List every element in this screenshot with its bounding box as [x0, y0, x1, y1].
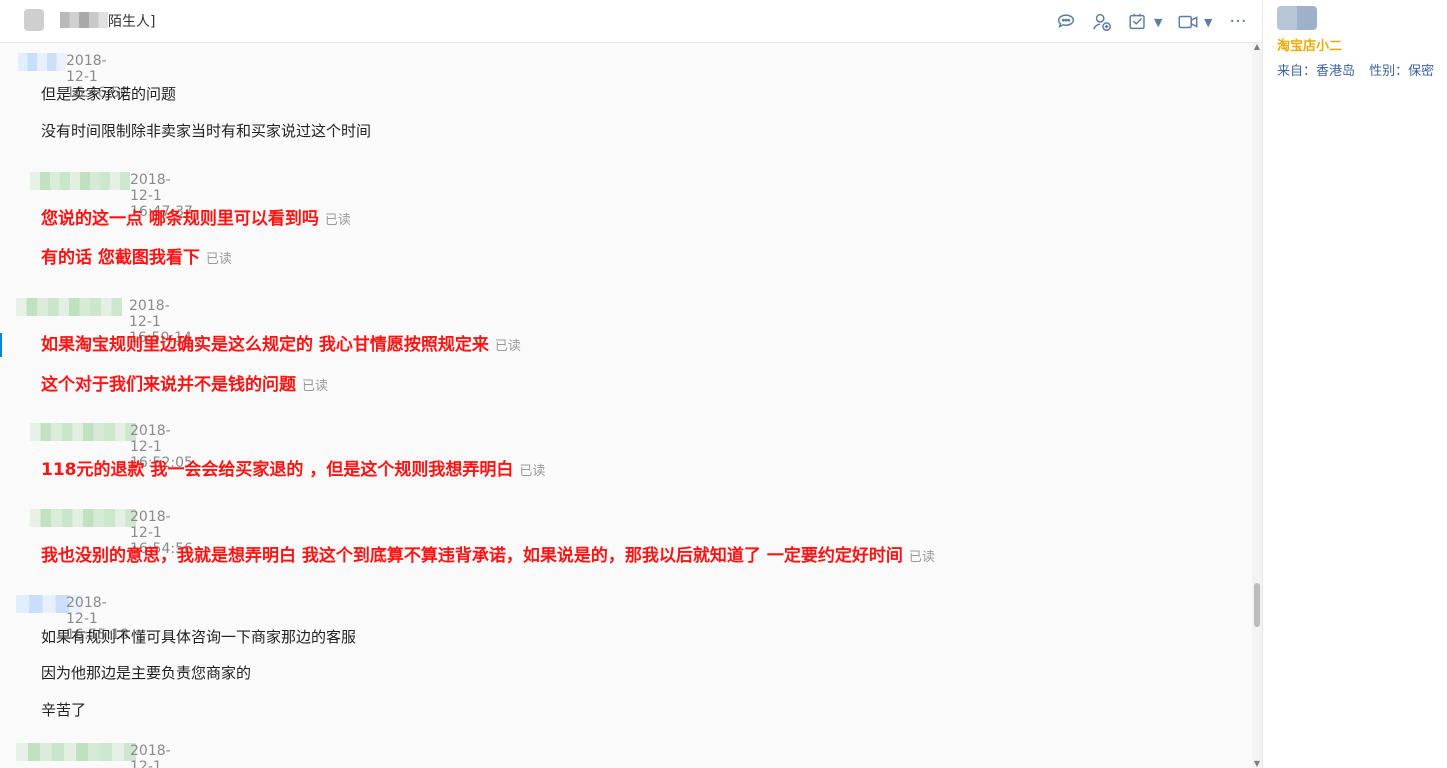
accent-bar [0, 333, 2, 357]
read-status: 已读 [324, 213, 351, 228]
contact-details: 来自：香港岛 性别：保密 [1277, 60, 1444, 79]
contact-name-blurred [60, 12, 108, 28]
message-text: 这个对于我们来说并不是钱的问题 [41, 375, 296, 395]
message-line: 如果有规则不懂可具体咨询一下商家那边的客服 [41, 628, 357, 646]
scroll-down-icon[interactable]: ▼ [1253, 760, 1261, 768]
sender-name-blurred [30, 423, 136, 441]
message-line: 有的话 您截图我看下 已读 [41, 243, 232, 268]
message-text: 118元的退款 我一会会给买家退的 ，但是这个规则我想弄明白 [41, 460, 514, 480]
read-status: 已读 [908, 550, 935, 565]
read-status: 已读 [519, 464, 546, 479]
message-text: 您说的这一点 哪条规则里可以看到吗 [41, 209, 319, 229]
more-label: ··· [1229, 11, 1247, 32]
message-text: 如果淘宝规则里边确实是这么规定的 我心甘情愿按照规定来 [41, 335, 489, 355]
read-status: 已读 [302, 379, 329, 394]
message-text: 有的话 您截图我看下 [41, 248, 200, 268]
chat-header: 陌生人] ▼ ▼ ··· [0, 0, 1262, 43]
contact-from: 来自：香港岛 [1277, 64, 1356, 79]
message-line: 118元的退款 我一会会给买家退的 ，但是这个规则我想弄明白 已读 [41, 455, 545, 480]
contact-avatar [24, 9, 44, 31]
contact-gender: 性别：保密 [1369, 64, 1435, 79]
chat-icon[interactable] [1054, 10, 1078, 34]
read-status: 已读 [205, 252, 232, 267]
chevron-down-icon[interactable]: ▼ [1154, 16, 1164, 29]
header-toolbar: ▼ ▼ ··· [1054, 10, 1250, 34]
chat-window: 陌生人] ▼ ▼ ··· 2018-12-1 16:46:50 但是卖家承诺的问… [0, 0, 1447, 768]
message-line: 这个对于我们来说并不是钱的问题 已读 [41, 370, 328, 395]
video-call-icon[interactable] [1176, 10, 1200, 34]
message-line: 因为他那边是主要负责您商家的 [41, 664, 252, 682]
contact-title: 陌生人] [108, 14, 156, 30]
message-line: 您说的这一点 哪条规则里可以看到吗 已读 [41, 204, 351, 229]
scrollbar-thumb[interactable] [1254, 583, 1260, 627]
message-text: 我也没别的意思，我就是想弄明白 我这个到底算不算违背承诺，如果说是的，那我以后就… [41, 546, 903, 566]
task-icon[interactable] [1126, 10, 1150, 34]
add-contact-icon[interactable] [1090, 10, 1114, 34]
contact-info-panel: 淘宝店小二 来自：香港岛 性别：保密 [1262, 0, 1447, 768]
message-time: 2018-12-1 16:55:37 [130, 743, 171, 768]
message-line: 但是卖家承诺的问题 [41, 85, 177, 103]
message-list[interactable]: 2018-12-1 16:46:50 但是卖家承诺的问题 没有时间限制除非卖家当… [0, 43, 1252, 768]
message-line: 没有时间限制除非卖家当时有和买家说过这个时间 [41, 122, 372, 140]
message-line: 如果淘宝规则里边确实是这么规定的 我心甘情愿按照规定来 已读 [41, 330, 521, 355]
sender-name-blurred [18, 53, 66, 71]
scroll-up-icon[interactable]: ▲ [1253, 43, 1261, 51]
sender-name-blurred [30, 509, 136, 527]
sender-name-blurred [30, 172, 130, 190]
shop-name[interactable]: 淘宝店小二 [1277, 35, 1342, 54]
shop-avatar [1277, 6, 1317, 30]
chevron-down-icon[interactable]: ▼ [1204, 16, 1214, 29]
sender-name-blurred [16, 298, 122, 316]
read-status: 已读 [494, 339, 521, 354]
message-line: 我也没别的意思，我就是想弄明白 我这个到底算不算违背承诺，如果说是的，那我以后就… [41, 541, 935, 566]
sender-name-blurred [16, 743, 136, 761]
more-icon[interactable]: ··· [1226, 10, 1250, 34]
chat-scrollbar[interactable]: ▲ ▼ [1252, 43, 1262, 768]
message-line: 辛苦了 [41, 701, 87, 719]
